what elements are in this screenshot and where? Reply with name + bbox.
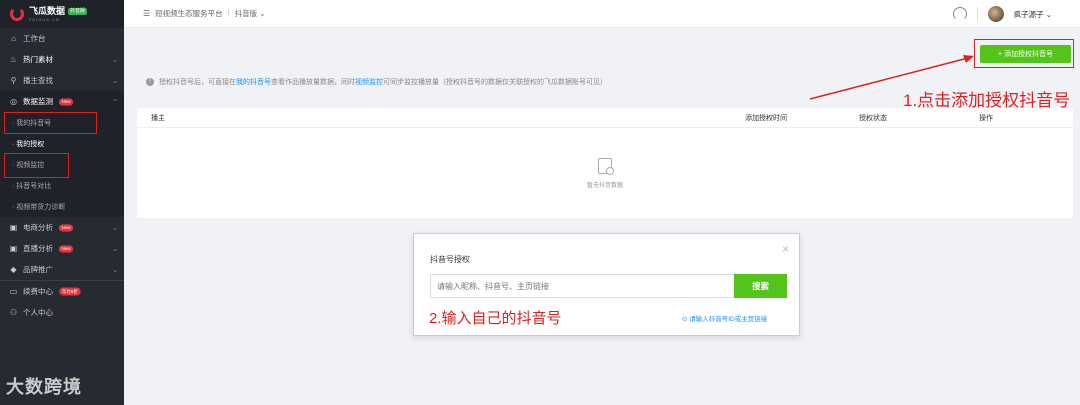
brand-badge: 抖音版: [68, 7, 88, 15]
sidebar-item-label: 电商分析: [23, 223, 53, 232]
sidebar-item-label: 播主查找: [23, 76, 53, 85]
brand-name: 飞瓜数据: [29, 5, 66, 16]
help-link[interactable]: ⊙ 请输入抖音号ID或主页链接: [682, 313, 767, 323]
sidebar-item-hot-material[interactable]: ♨ 热门素材 ⌄: [0, 49, 124, 70]
sidebar-item-label: 热门素材: [23, 55, 53, 64]
sidebar-item-label: 品牌推广: [23, 265, 53, 274]
sidebar-item-label: 直播分析: [23, 244, 53, 253]
avatar[interactable]: [987, 6, 1004, 22]
highlight-box-add-button: [974, 39, 1074, 68]
column-header-actions: 操作: [979, 114, 993, 122]
chevron-down-icon: ⌄: [112, 77, 118, 85]
sidebar-item-label: 工作台: [23, 34, 46, 43]
sidebar-nav: ⌂ 工作台 ♨ 热门素材 ⌄ ⚲ 播主查找 ⌄ ◎ 数据监测 New ⌃: [0, 28, 124, 112]
notice-text: 授权抖音号后，可直接在: [159, 79, 236, 86]
home-icon: ⌂: [11, 34, 16, 43]
new-badge: New: [58, 244, 74, 253]
diamond-icon: ◆: [10, 265, 17, 274]
logo[interactable]: 飞瓜数据 抖音版 FEIGUA.CN: [0, 0, 124, 28]
chevron-down-icon: ⌄: [112, 266, 118, 274]
watermark: 大数跨境: [6, 377, 82, 397]
breadcrumb-separator: |: [227, 8, 230, 17]
discount-badge: 年付6折: [59, 287, 81, 296]
breadcrumb-platform[interactable]: 短视频生态服务平台: [155, 8, 223, 19]
douyin-search-input[interactable]: [430, 274, 735, 298]
authorization-table: 播主 添加授权时间 授权状态 操作 暂无抖音数据: [137, 108, 1073, 218]
card-icon: ▭: [9, 287, 18, 296]
chevron-down-icon: ⌄: [112, 245, 118, 253]
notice-text: 查看作品播放量数据，同时: [271, 79, 355, 86]
live-icon: ▣: [9, 244, 18, 253]
sidebar-subitem-compare[interactable]: · 抖音号对比: [0, 175, 124, 196]
my-douyin-link[interactable]: 我的抖音号: [236, 79, 271, 86]
new-badge: New: [58, 97, 74, 106]
column-header-auth-status: 授权状态: [859, 114, 887, 122]
notice-text: 可同步监控播放量（授权抖音号的数据仅关联授权的飞瓜数据账号可见）: [383, 79, 607, 86]
new-badge: New: [58, 223, 74, 232]
empty-doc-search-icon: [598, 157, 614, 175]
annotation-step-2: 2.输入自己的抖音号: [429, 310, 562, 327]
empty-state: 暂无抖音数据: [137, 128, 1073, 218]
sidebar-item-workbench[interactable]: ⌂ 工作台: [0, 28, 124, 49]
headset-icon[interactable]: [952, 7, 967, 21]
info-icon: !: [146, 78, 154, 86]
chevron-down-icon: ⌄: [112, 224, 118, 232]
sidebar-item-label: 续费中心: [23, 287, 53, 296]
highlight-box-my-authorization: [4, 153, 69, 178]
sidebar-item-label: 数据监测: [23, 97, 53, 106]
sidebar-item-find-creator[interactable]: ⚲ 播主查找 ⌄: [0, 70, 124, 91]
logo-icon: [10, 7, 24, 21]
empty-text: 暂无抖音数据: [586, 182, 623, 189]
annotation-step-1: 1.点击添加授权抖音号: [903, 91, 1071, 110]
video-monitor-link[interactable]: 视频监控: [355, 79, 383, 86]
sidebar-item-label: 个人中心: [23, 308, 53, 317]
chevron-up-icon: ⌃: [112, 98, 118, 106]
chevron-down-icon: ⌄: [112, 56, 118, 64]
column-header-creator: 播主: [151, 114, 165, 122]
brand-sub: FEIGUA.CN: [29, 16, 60, 22]
dialog-title: 抖音号授权: [430, 255, 470, 264]
user-icon: ⚇: [9, 308, 18, 317]
sidebar-item-data-monitor[interactable]: ◎ 数据监测 New ⌃: [0, 91, 124, 112]
sidebar-nav-lower: ▣ 电商分析 New ⌄ ▣ 直播分析 New ⌄ ◆ 品牌推广 ⌄ ▭ 续费中…: [0, 217, 124, 323]
sidebar-item-renewal[interactable]: ▭ 续费中心 年付6折: [0, 281, 124, 302]
sidebar-item-live[interactable]: ▣ 直播分析 New ⌄: [0, 238, 124, 259]
user-area: 疯子源子 ⌄: [952, 0, 1052, 28]
column-header-auth-time: 添加授权时间: [745, 114, 787, 122]
authorization-dialog: 抖音号授权 × 搜索 2.输入自己的抖音号 ⊙ 请输入抖音号ID或主页链接: [413, 233, 800, 336]
arrow-head: [963, 55, 974, 63]
sidebar: 飞瓜数据 抖音版 FEIGUA.CN ⌂ 工作台 ♨ 热门素材 ⌄ ⚲ 播主查找…: [0, 0, 124, 405]
top-bar: ☰ 短视频生态服务平台 | 抖音版 ⌄ 疯子源子 ⌄: [124, 0, 1080, 28]
sidebar-subitem-diagnosis[interactable]: · 视频带货力诊断: [0, 196, 124, 217]
close-icon[interactable]: ×: [782, 242, 789, 256]
sidebar-item-ecommerce[interactable]: ▣ 电商分析 New ⌄: [0, 217, 124, 238]
sidebar-item-profile[interactable]: ⚇ 个人中心: [0, 302, 124, 323]
breadcrumb: 短视频生态服务平台 | 抖音版 ⌄: [155, 8, 265, 19]
monitor-icon: ◎: [10, 97, 17, 106]
shop-icon: ▣: [9, 223, 18, 232]
username-dropdown[interactable]: 疯子源子 ⌄: [1014, 9, 1052, 20]
highlight-box-data-monitor: [4, 112, 97, 134]
fire-icon: ♨: [9, 55, 18, 64]
search-button[interactable]: 搜索: [734, 274, 787, 298]
menu-icon[interactable]: ☰: [143, 9, 150, 18]
table-header: 播主 添加授权时间 授权状态 操作: [137, 108, 1073, 128]
version-dropdown[interactable]: 抖音版 ⌄: [235, 8, 266, 19]
sidebar-subitem-my-authorization[interactable]: · 我的授权: [0, 133, 124, 154]
divider: [976, 7, 978, 21]
sidebar-item-brand[interactable]: ◆ 品牌推广 ⌄: [0, 259, 124, 280]
search-icon: ⚲: [10, 76, 17, 85]
